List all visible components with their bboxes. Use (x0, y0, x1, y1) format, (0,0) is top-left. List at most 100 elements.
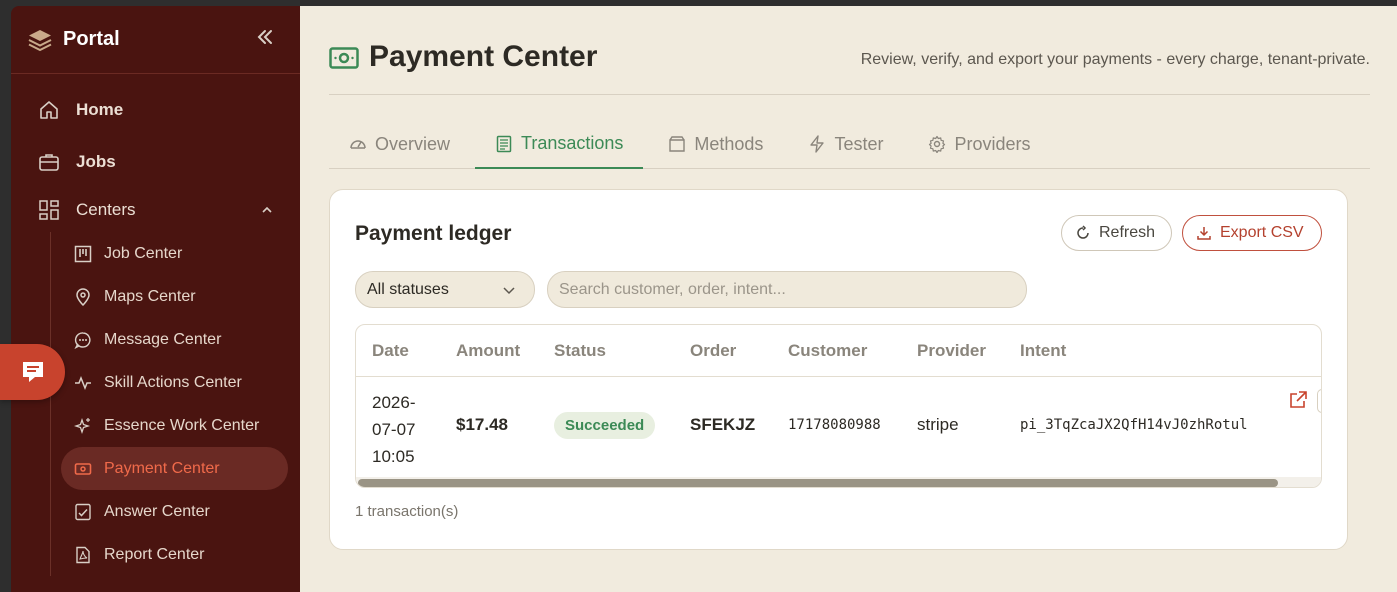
export-label: Export CSV (1220, 224, 1304, 241)
chat-launcher-button[interactable] (0, 344, 65, 400)
sidebar-item-label: Jobs (76, 152, 116, 171)
sidebar-item-label: Essence Work Center (104, 416, 260, 434)
chat-icon (22, 362, 43, 382)
briefcase-icon (38, 151, 60, 173)
sidebar-item-job-center[interactable]: Job Center (61, 232, 288, 275)
cell-intent: pi_3TqZcaJX2QfH14vJ0zhRotul (1020, 417, 1248, 433)
chat-dots-icon (74, 331, 92, 349)
sidebar-item-message-center[interactable]: Message Center (61, 318, 288, 361)
banknote-icon (74, 460, 92, 478)
date-part: 2026- (372, 393, 416, 412)
layers-logo-icon (28, 29, 52, 51)
activity-icon (74, 374, 92, 392)
chevron-up-icon (262, 206, 272, 213)
column-header-order[interactable]: Order (690, 341, 736, 361)
tab-tester[interactable]: Tester (788, 120, 903, 168)
search-input[interactable] (547, 271, 1027, 308)
horizontal-scrollbar[interactable] (356, 477, 1321, 487)
bolt-icon (808, 135, 826, 153)
tab-label: Tester (834, 133, 884, 154)
payment-ledger-card: Payment ledger Refresh Export CSV All st… (329, 189, 1348, 550)
status-filter-value: All statuses (367, 280, 449, 298)
page-subtitle: Review, verify, and export your payments… (860, 51, 1370, 68)
sidebar-item-label: Home (76, 100, 124, 119)
sidebar-item-label: Payment Center (104, 459, 220, 477)
export-csv-button[interactable]: Export CSV (1182, 215, 1322, 251)
app-window: Portal Home Jobs Centers Job Center Maps… (11, 6, 1397, 592)
tab-label: Providers (954, 133, 1031, 154)
wallet-icon (668, 135, 686, 153)
sidebar-item-report-center[interactable]: Report Center (61, 533, 288, 576)
date-part: 07-07 (372, 420, 416, 439)
brand-title: Portal (63, 28, 120, 50)
sidebar-item-label: Centers (76, 200, 136, 219)
transaction-count: 1 transaction(s) (355, 503, 459, 520)
chevron-down-icon (503, 287, 515, 295)
row-action-button[interactable] (1317, 389, 1321, 413)
scrollbar-thumb[interactable] (358, 479, 1278, 487)
screen-frame: Portal Home Jobs Centers Job Center Maps… (0, 0, 1397, 592)
banknote-icon (329, 47, 359, 69)
main-content: Payment Center Review, verify, and expor… (300, 6, 1397, 592)
map-pin-icon (74, 287, 92, 306)
column-header-intent[interactable]: Intent (1020, 341, 1066, 361)
refresh-icon (1075, 225, 1091, 241)
ledger-table: Date Amount Status Order Customer Provid… (355, 324, 1322, 488)
collapse-sidebar-icon[interactable] (256, 26, 274, 48)
kanban-icon (74, 245, 92, 263)
tab-methods[interactable]: Methods (648, 120, 783, 168)
centers-submenu: Job Center Maps Center Message Center Sk… (50, 232, 300, 576)
column-header-amount[interactable]: Amount (456, 341, 520, 361)
tab-transactions[interactable]: Transactions (475, 120, 644, 169)
refresh-button[interactable]: Refresh (1061, 215, 1172, 251)
table-header: Date Amount Status Order Customer Provid… (356, 325, 1321, 377)
tab-label: Overview (375, 133, 451, 154)
column-header-status[interactable]: Status (554, 341, 606, 361)
sidebar-item-label: Answer Center (104, 502, 210, 520)
sidebar-item-essence-work-center[interactable]: Essence Work Center (61, 404, 288, 447)
sidebar-item-label: Message Center (104, 330, 222, 348)
receipt-icon (495, 135, 513, 153)
page-title: Payment Center (369, 40, 598, 73)
download-icon (1196, 225, 1212, 241)
checklist-icon (74, 503, 92, 521)
sidebar-item-skill-actions-center[interactable]: Skill Actions Center (61, 361, 288, 404)
pdf-file-icon (74, 546, 92, 564)
card-title: Payment ledger (355, 222, 512, 245)
sidebar-item-maps-center[interactable]: Maps Center (61, 275, 288, 318)
cell-date: 2026- 07-07 10:05 (372, 389, 415, 470)
table-row[interactable]: 2026- 07-07 10:05 $17.48 Succeeded SFEKJ… (356, 377, 1321, 477)
sparkles-icon (74, 417, 92, 435)
column-header-date[interactable]: Date (372, 341, 409, 361)
refresh-label: Refresh (1099, 224, 1156, 241)
sidebar: Portal Home Jobs Centers Job Center Maps… (11, 6, 300, 592)
tab-providers[interactable]: Providers (908, 120, 1050, 168)
sidebar-item-label: Skill Actions Center (104, 373, 242, 391)
grid-icon (38, 199, 60, 221)
tab-overview[interactable]: Overview (329, 120, 470, 168)
status-badge: Succeeded (554, 412, 656, 439)
cell-amount: $17.48 (456, 415, 508, 434)
home-icon (38, 99, 60, 121)
cell-customer: 17178080988 (788, 417, 881, 433)
tab-label: Transactions (521, 133, 624, 153)
sidebar-item-home[interactable]: Home (11, 84, 300, 136)
status-filter-select[interactable]: All statuses (355, 271, 535, 308)
time-part: 10:05 (372, 447, 415, 466)
gauge-icon (349, 135, 367, 153)
sidebar-item-answer-center[interactable]: Answer Center (61, 490, 288, 533)
sidebar-item-label: Report Center (104, 545, 205, 563)
cell-order: SFEKJZ (690, 415, 756, 434)
cell-provider: stripe (917, 415, 959, 434)
sidebar-item-label: Maps Center (104, 287, 196, 305)
external-link-icon[interactable] (1288, 390, 1308, 410)
column-header-customer[interactable]: Customer (788, 341, 867, 361)
gear-icon (928, 135, 946, 153)
sidebar-item-centers[interactable]: Centers (11, 188, 300, 232)
tab-label: Methods (694, 133, 764, 154)
sidebar-item-payment-center[interactable]: Payment Center (61, 447, 288, 490)
sidebar-item-jobs[interactable]: Jobs (11, 136, 300, 188)
column-header-provider[interactable]: Provider (917, 341, 986, 361)
page-header: Payment Center Review, verify, and expor… (329, 6, 1370, 95)
sidebar-item-label: Job Center (104, 244, 183, 262)
